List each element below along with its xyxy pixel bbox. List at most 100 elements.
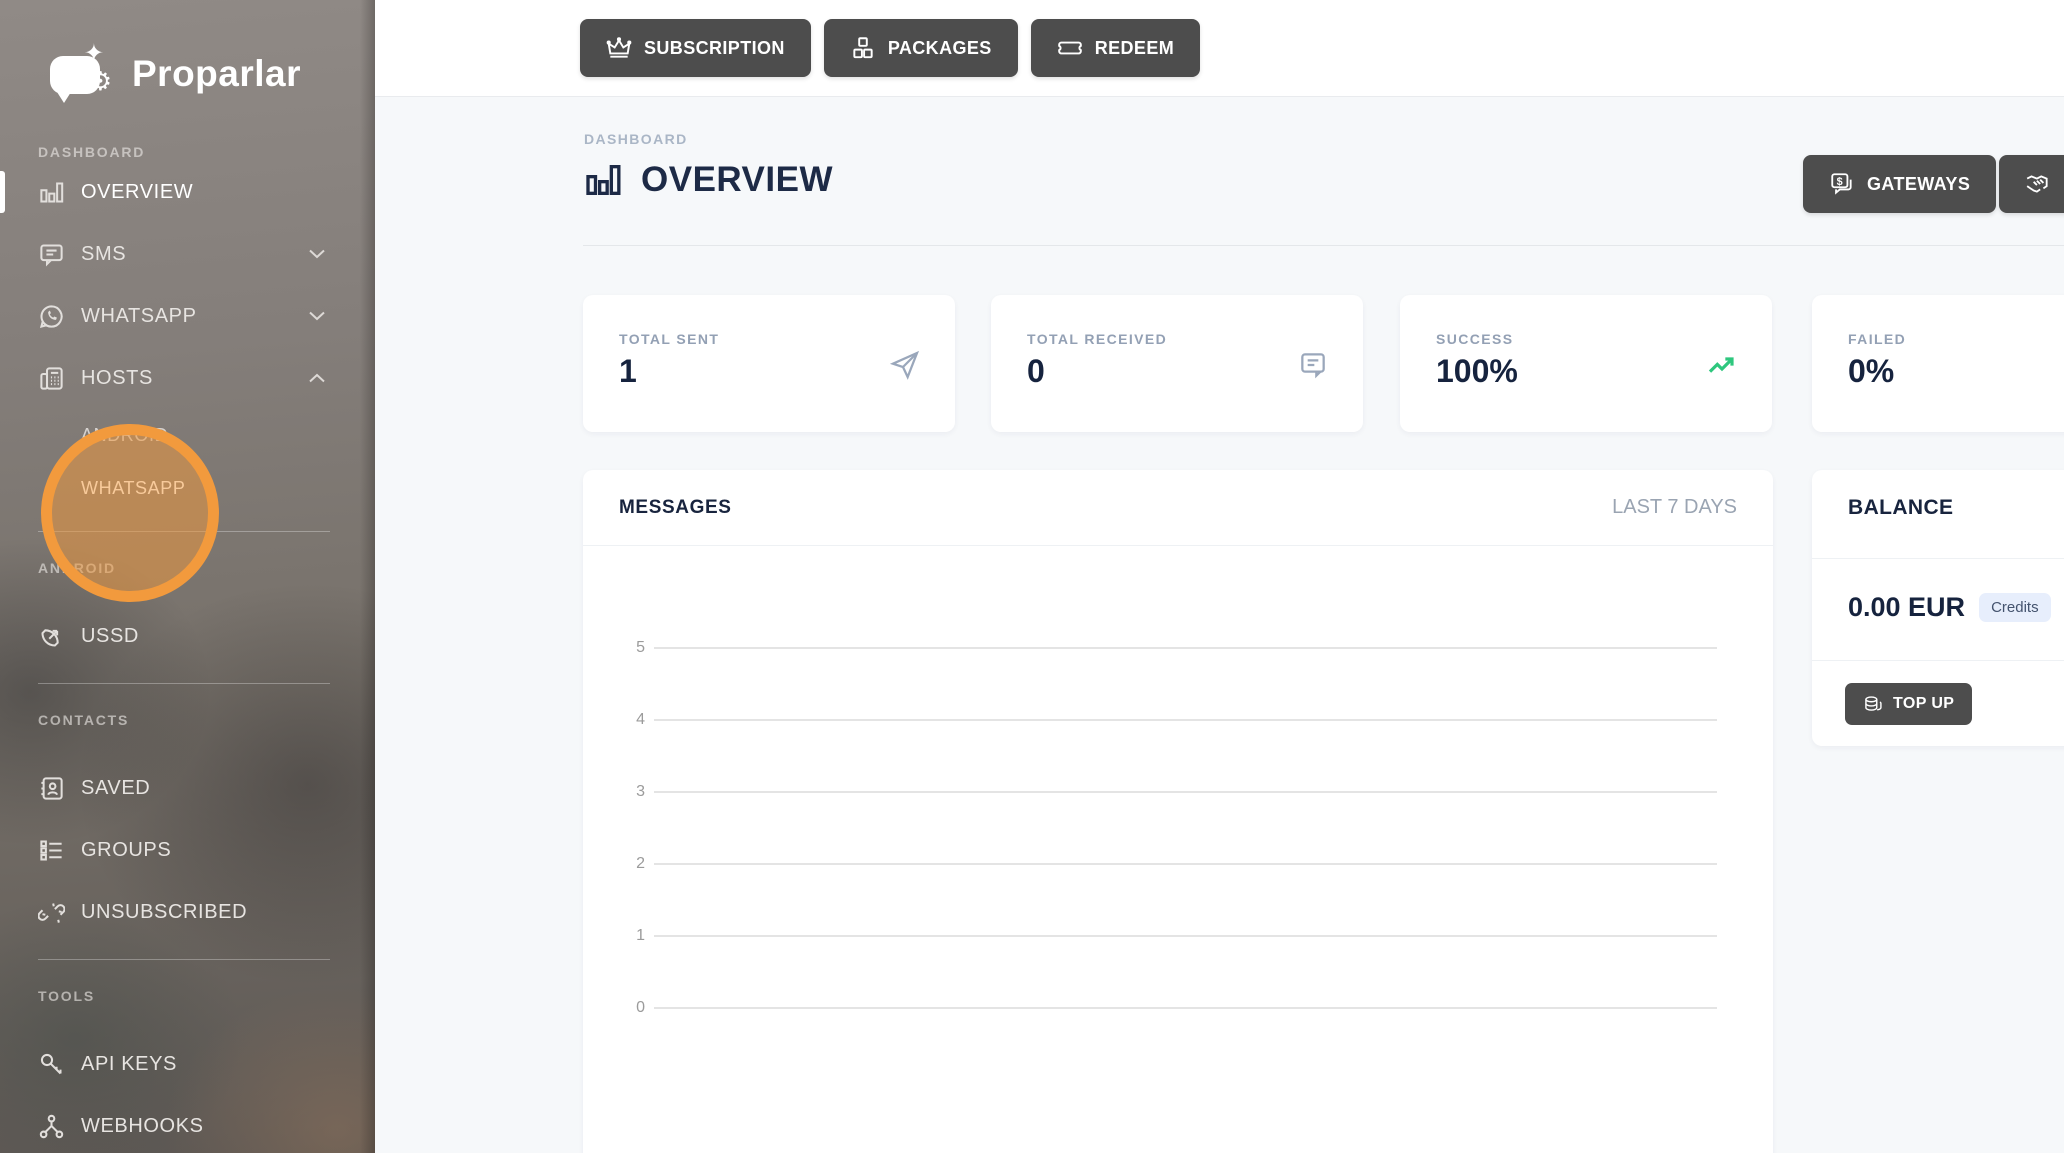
trend-up-icon [1706, 349, 1738, 381]
crown-icon [606, 35, 632, 61]
sidebar-divider [38, 531, 330, 532]
sidebar-item-ussd[interactable]: USSD [0, 605, 375, 667]
stat-card-success: SUCCESS 100% [1400, 295, 1772, 432]
stat-label: SUCCESS [1436, 331, 1513, 347]
chevron-up-icon [309, 373, 325, 383]
sidebar-divider [38, 959, 330, 960]
sidebar-item-label: UNSUBSCRIBED [81, 901, 247, 924]
button-label: TOP UP [1893, 695, 1954, 713]
y-tick: 4 [619, 711, 645, 729]
handshake-icon [2025, 171, 2051, 197]
sidebar-item-label: SMS [81, 243, 126, 266]
ticket-icon [1057, 35, 1083, 61]
sidebar-subitem-whatsapp[interactable]: WHATSAPP [0, 462, 375, 515]
chart-gridline-row: 5 [619, 639, 1717, 657]
sms-message-icon [38, 241, 65, 268]
chevron-down-icon [309, 249, 325, 259]
gateways-button[interactable]: $ GATEWAYS [1803, 155, 1996, 213]
sidebar: ✦ ⚙ Proparlar DASHBOARD OVERVIEW SMS WHA… [0, 0, 375, 1153]
y-tick: 3 [619, 783, 645, 801]
chat-dollar-icon: $ [1829, 171, 1855, 197]
stat-card-total-sent: TOTAL SENT 1 [583, 295, 955, 432]
redeem-button[interactable]: REDEEM [1031, 19, 1200, 77]
stat-label: FAILED [1848, 331, 1906, 347]
button-label: GATEWAYS [1867, 174, 1970, 195]
svg-text:$: $ [1837, 176, 1843, 188]
chart-title: MESSAGES [619, 497, 732, 519]
sidebar-item-groups[interactable]: GROUPS [0, 819, 375, 881]
chart-range-label: LAST 7 DAYS [1612, 496, 1737, 519]
bar-chart-icon [38, 179, 65, 206]
card-header: MESSAGES LAST 7 DAYS [583, 470, 1773, 546]
breadcrumb: DASHBOARD [584, 131, 688, 147]
packages-button[interactable]: PACKAGES [824, 19, 1018, 77]
brand-logo[interactable]: ✦ ⚙ Proparlar [50, 48, 301, 100]
sidebar-item-overview[interactable]: OVERVIEW [0, 161, 375, 223]
stat-card-total-received: TOTAL RECEIVED 0 [991, 295, 1363, 432]
sidebar-item-hosts[interactable]: HOSTS [0, 347, 375, 409]
y-tick: 1 [619, 927, 645, 945]
sidebar-subitem-android[interactable]: ANDROID [0, 409, 375, 462]
chart-gridline-row: 1 [619, 927, 1717, 945]
stat-value: 1 [619, 353, 637, 390]
sidebar-item-label: GROUPS [81, 839, 171, 862]
chart-gridline-row: 2 [619, 855, 1717, 873]
address-book-icon [38, 775, 65, 802]
sidebar-item-unsubscribed[interactable]: UNSUBSCRIBED [0, 881, 375, 943]
sparkle-icon: ✦ [84, 42, 104, 66]
whatsapp-icon [38, 303, 65, 330]
chart-gridline-row: 4 [619, 711, 1717, 729]
paper-plane-icon [889, 349, 921, 381]
button-label: REDEEM [1095, 38, 1174, 59]
credits-badge: Credits [1979, 593, 2051, 622]
sidebar-item-label: SAVED [81, 777, 150, 800]
subscription-button[interactable]: SUBSCRIPTION [580, 19, 811, 77]
key-icon [38, 1051, 65, 1078]
sidebar-item-sms[interactable]: SMS [0, 223, 375, 285]
y-tick: 2 [619, 855, 645, 873]
partners-button-clipped[interactable]: P [1999, 155, 2064, 213]
sidebar-divider [38, 683, 330, 684]
stat-label: TOTAL SENT [619, 331, 719, 347]
satellite-dish-icon [38, 623, 65, 650]
section-label-android: ANDROID [38, 560, 375, 577]
sidebar-item-webhooks[interactable]: WEBHOOKS [0, 1095, 375, 1153]
chart-gridline-row: 0 [619, 999, 1717, 1017]
chat-lines-icon [1297, 349, 1329, 381]
balance-amount: 0.00 EUR [1848, 592, 1965, 623]
topbar-buttons: SUBSCRIPTION PACKAGES REDEEM [580, 19, 1200, 77]
section-label-tools: TOOLS [38, 988, 375, 1005]
top-up-button[interactable]: TOP UP [1845, 683, 1972, 725]
coins-icon [1863, 694, 1883, 714]
sidebar-nav: DASHBOARD OVERVIEW SMS WHATSAPP [0, 116, 375, 1153]
list-groups-icon [38, 837, 65, 864]
messages-chart-card: MESSAGES LAST 7 DAYS 5 4 3 2 1 0 [583, 470, 1773, 1153]
balance-title: BALANCE [1848, 496, 1953, 520]
sidebar-item-saved[interactable]: SAVED [0, 757, 375, 819]
sidebar-subitem-label: WHATSAPP [81, 478, 185, 499]
sidebar-item-api-keys[interactable]: API KEYS [0, 1033, 375, 1095]
brand-name: Proparlar [132, 53, 301, 95]
sidebar-item-label: WHATSAPP [81, 305, 197, 328]
section-label-contacts: CONTACTS [38, 712, 375, 729]
chart-gridline-row: 3 [619, 783, 1717, 801]
sidebar-item-label: USSD [81, 625, 139, 648]
stat-label: TOTAL RECEIVED [1027, 331, 1167, 347]
sidebar-item-whatsapp[interactable]: WHATSAPP [0, 285, 375, 347]
broken-link-icon [38, 899, 65, 926]
button-label: SUBSCRIPTION [644, 38, 785, 59]
page-actions: $ GATEWAYS P [375, 155, 2064, 215]
stat-value: 0% [1848, 353, 1894, 390]
sidebar-item-label: API KEYS [81, 1053, 177, 1076]
chevron-down-icon [309, 311, 325, 321]
stat-value: 100% [1436, 353, 1518, 390]
balance-row: 0.00 EUR Credits [1848, 592, 2051, 623]
topbar: SUBSCRIPTION PACKAGES REDEEM [375, 0, 2064, 97]
stat-value: 0 [1027, 353, 1045, 390]
sidebar-subitem-label: ANDROID [81, 425, 168, 446]
sidebar-item-label: WEBHOOKS [81, 1115, 204, 1138]
divider [1812, 660, 2064, 661]
webhook-branch-icon [38, 1113, 65, 1140]
button-label: PACKAGES [888, 38, 992, 59]
balance-card: BALANCE 0.00 EUR Credits TOP UP [1812, 470, 2064, 746]
